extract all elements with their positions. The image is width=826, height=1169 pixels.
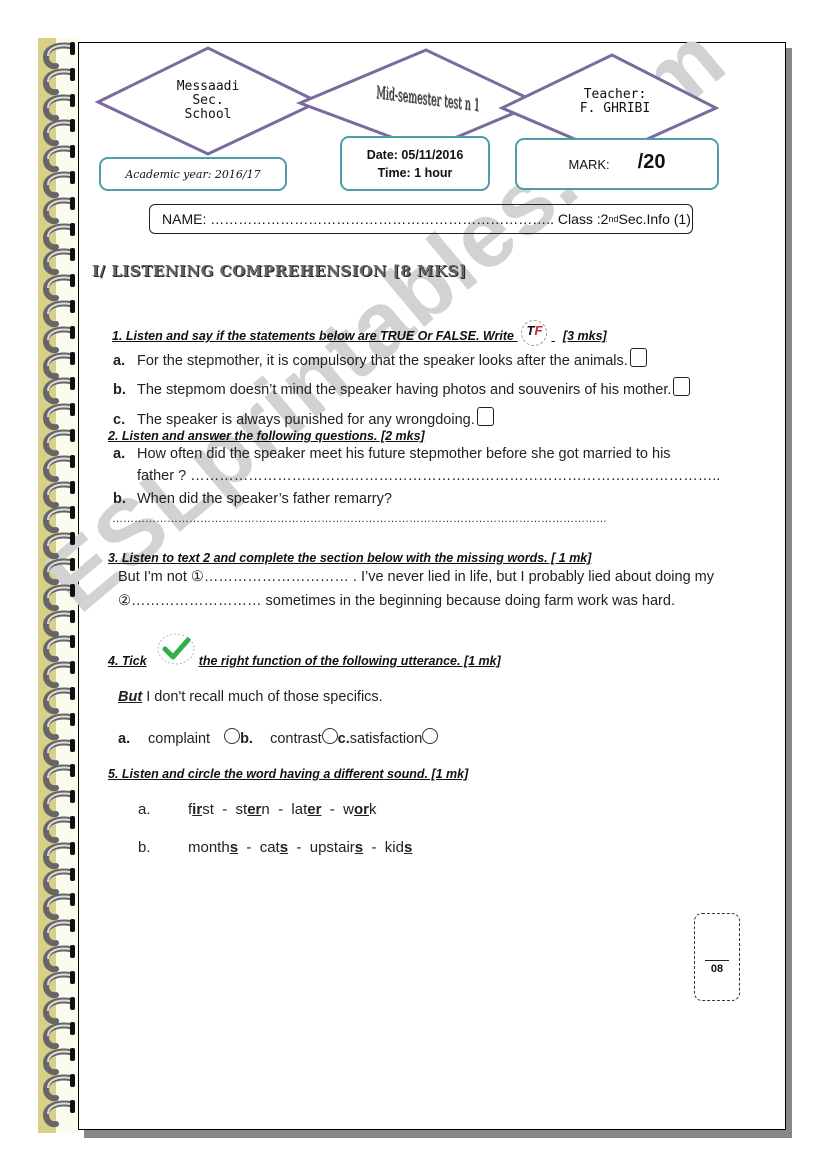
q5-row-a: a. first - stern - later - work xyxy=(138,801,376,818)
q2-item-b: b. When did the speaker’s father remarry? xyxy=(113,491,392,507)
word-option[interactable]: work xyxy=(343,801,376,818)
q1-item-c: c. The speaker is always punished for any… xyxy=(113,407,494,428)
q1-heading-text: 1. Listen and say if the statements belo… xyxy=(112,329,514,343)
mark-label: MARK: xyxy=(568,156,610,172)
utterance-text: I don't recall much of those specifics. xyxy=(142,689,383,705)
option-complaint-radio[interactable] xyxy=(224,728,241,744)
class-name: Sec.Info (1) xyxy=(618,211,691,227)
binder-ring-icon xyxy=(42,1099,75,1127)
q1-marks: [3 mks] xyxy=(562,329,607,343)
q2-heading: 2. Listen and answer the following quest… xyxy=(108,429,425,443)
q5-heading: 5. Listen and circle the word having a d… xyxy=(108,767,469,781)
q4-heading-post: the right function of the following utte… xyxy=(198,654,501,668)
option-satisfaction-radio[interactable] xyxy=(422,728,439,744)
word-option[interactable]: first xyxy=(188,801,214,818)
item-text: The stepmom doesn’t mind the speaker hav… xyxy=(137,382,672,398)
test-duration: Time: 1 hour xyxy=(377,165,453,180)
name-class-field[interactable]: NAME: ……………………………………………………………….. Class :… xyxy=(149,204,693,234)
row-label: b. xyxy=(138,839,151,856)
item-label: b. xyxy=(113,491,126,507)
teacher-info: Teacher: F. GHRIBI xyxy=(560,88,670,116)
separator: - xyxy=(288,839,310,856)
mark-box: MARK: /20 xyxy=(515,138,719,190)
q1-heading: 1. Listen and say if the statements belo… xyxy=(112,320,607,346)
q5-row-b: b. months - cats - upstairs - kids xyxy=(138,839,412,856)
date-time-box: Date: 05/11/2016 Time: 1 hour xyxy=(340,136,490,191)
test-title-wrap: Mid-semester test n 1 xyxy=(340,82,500,115)
mark-total: /20 xyxy=(637,150,666,173)
q2-answer-b[interactable]: …………………………………………………………………………………………………………… xyxy=(112,513,607,525)
q3-line-2[interactable]: ②……………………… sometimes in the beginning be… xyxy=(118,593,675,609)
teacher-name: F. GHRIBI xyxy=(579,101,651,116)
q2-answer-a[interactable]: father ? …………………………………………………………………………………… xyxy=(137,468,720,484)
option-label: c. xyxy=(337,731,350,747)
option-satisfaction: satisfaction xyxy=(349,731,423,747)
item-label: a. xyxy=(113,446,126,462)
q3-line-1[interactable]: But I'm not ①………………………… . I’ve never lie… xyxy=(118,569,714,585)
word-option[interactable]: stern xyxy=(236,801,270,818)
tf-letter-t: T xyxy=(526,323,535,338)
true-false-icon: TF xyxy=(521,320,548,346)
option-contrast: contrast xyxy=(270,731,322,747)
option-complaint: complaint xyxy=(148,731,211,747)
item-label: a. xyxy=(113,353,126,369)
answer-checkbox[interactable] xyxy=(476,407,494,426)
school-line-2: Sec. xyxy=(192,93,224,108)
item-text: The speaker is always punished for any w… xyxy=(137,412,475,428)
score-box: 08 xyxy=(694,913,740,1001)
separator: - xyxy=(321,801,344,818)
score-total: 08 xyxy=(710,963,724,975)
q1-item-a: a. For the stepmother, it is compulsory t… xyxy=(113,348,647,369)
word-option[interactable]: kids xyxy=(385,839,413,856)
row-label: a. xyxy=(138,801,151,818)
q4-options: a. complaint b. contrast c.satisfaction xyxy=(118,728,439,747)
option-label: a. xyxy=(118,731,131,747)
teacher-label: Teacher: xyxy=(583,87,647,102)
option-label: b. xyxy=(240,731,253,747)
utterance-keyword: But xyxy=(118,689,143,705)
word-option[interactable]: later xyxy=(291,801,321,818)
word-option[interactable]: cats xyxy=(260,839,288,856)
school-line-3: School xyxy=(184,107,232,122)
tf-letter-f: F xyxy=(534,323,543,338)
name-label: NAME: ……………………………………………………………….. Class :… xyxy=(162,211,609,227)
school-name: Messaadi Sec. School xyxy=(160,80,256,122)
q4-utterance: But I don't recall much of those specifi… xyxy=(118,689,383,705)
item-text: For the stepmother, it is compulsory tha… xyxy=(137,353,628,369)
item-label: c. xyxy=(113,412,126,428)
item-text: When did the speaker’s father remarry? xyxy=(137,491,392,507)
word-option[interactable]: upstairs xyxy=(310,839,363,856)
school-line-1: Messaadi xyxy=(176,79,240,94)
option-contrast-radio[interactable] xyxy=(321,728,338,744)
separator: - xyxy=(238,839,260,856)
item-text: How often did the speaker meet his futur… xyxy=(137,446,671,462)
academic-year: Academic year: 2016/17 xyxy=(125,167,261,181)
separator: - xyxy=(363,839,385,856)
q2-item-a: a. How often did the speaker meet his fut… xyxy=(113,446,671,462)
score-fraction-bar xyxy=(705,960,729,961)
answer-checkbox[interactable] xyxy=(629,348,647,367)
separator: - xyxy=(213,801,236,818)
test-date: Date: 05/11/2016 xyxy=(366,147,464,162)
checkmark-icon xyxy=(157,633,195,665)
academic-year-box: Academic year: 2016/17 xyxy=(99,157,287,191)
word-option[interactable]: months xyxy=(188,839,238,856)
item-label: b. xyxy=(113,382,126,398)
q4-heading-pre: 4. Tick xyxy=(108,654,147,668)
separator: - xyxy=(269,801,292,818)
section-title: I/ LISTENING COMPREHENSION [8 MKS] xyxy=(92,262,467,280)
class-superscript: nd xyxy=(608,214,619,224)
q1-item-b: b. The stepmom doesn’t mind the speaker h… xyxy=(113,377,691,398)
q3-heading: 3. Listen to text 2 and complete the sec… xyxy=(108,551,592,565)
answer-checkbox[interactable] xyxy=(673,377,691,396)
